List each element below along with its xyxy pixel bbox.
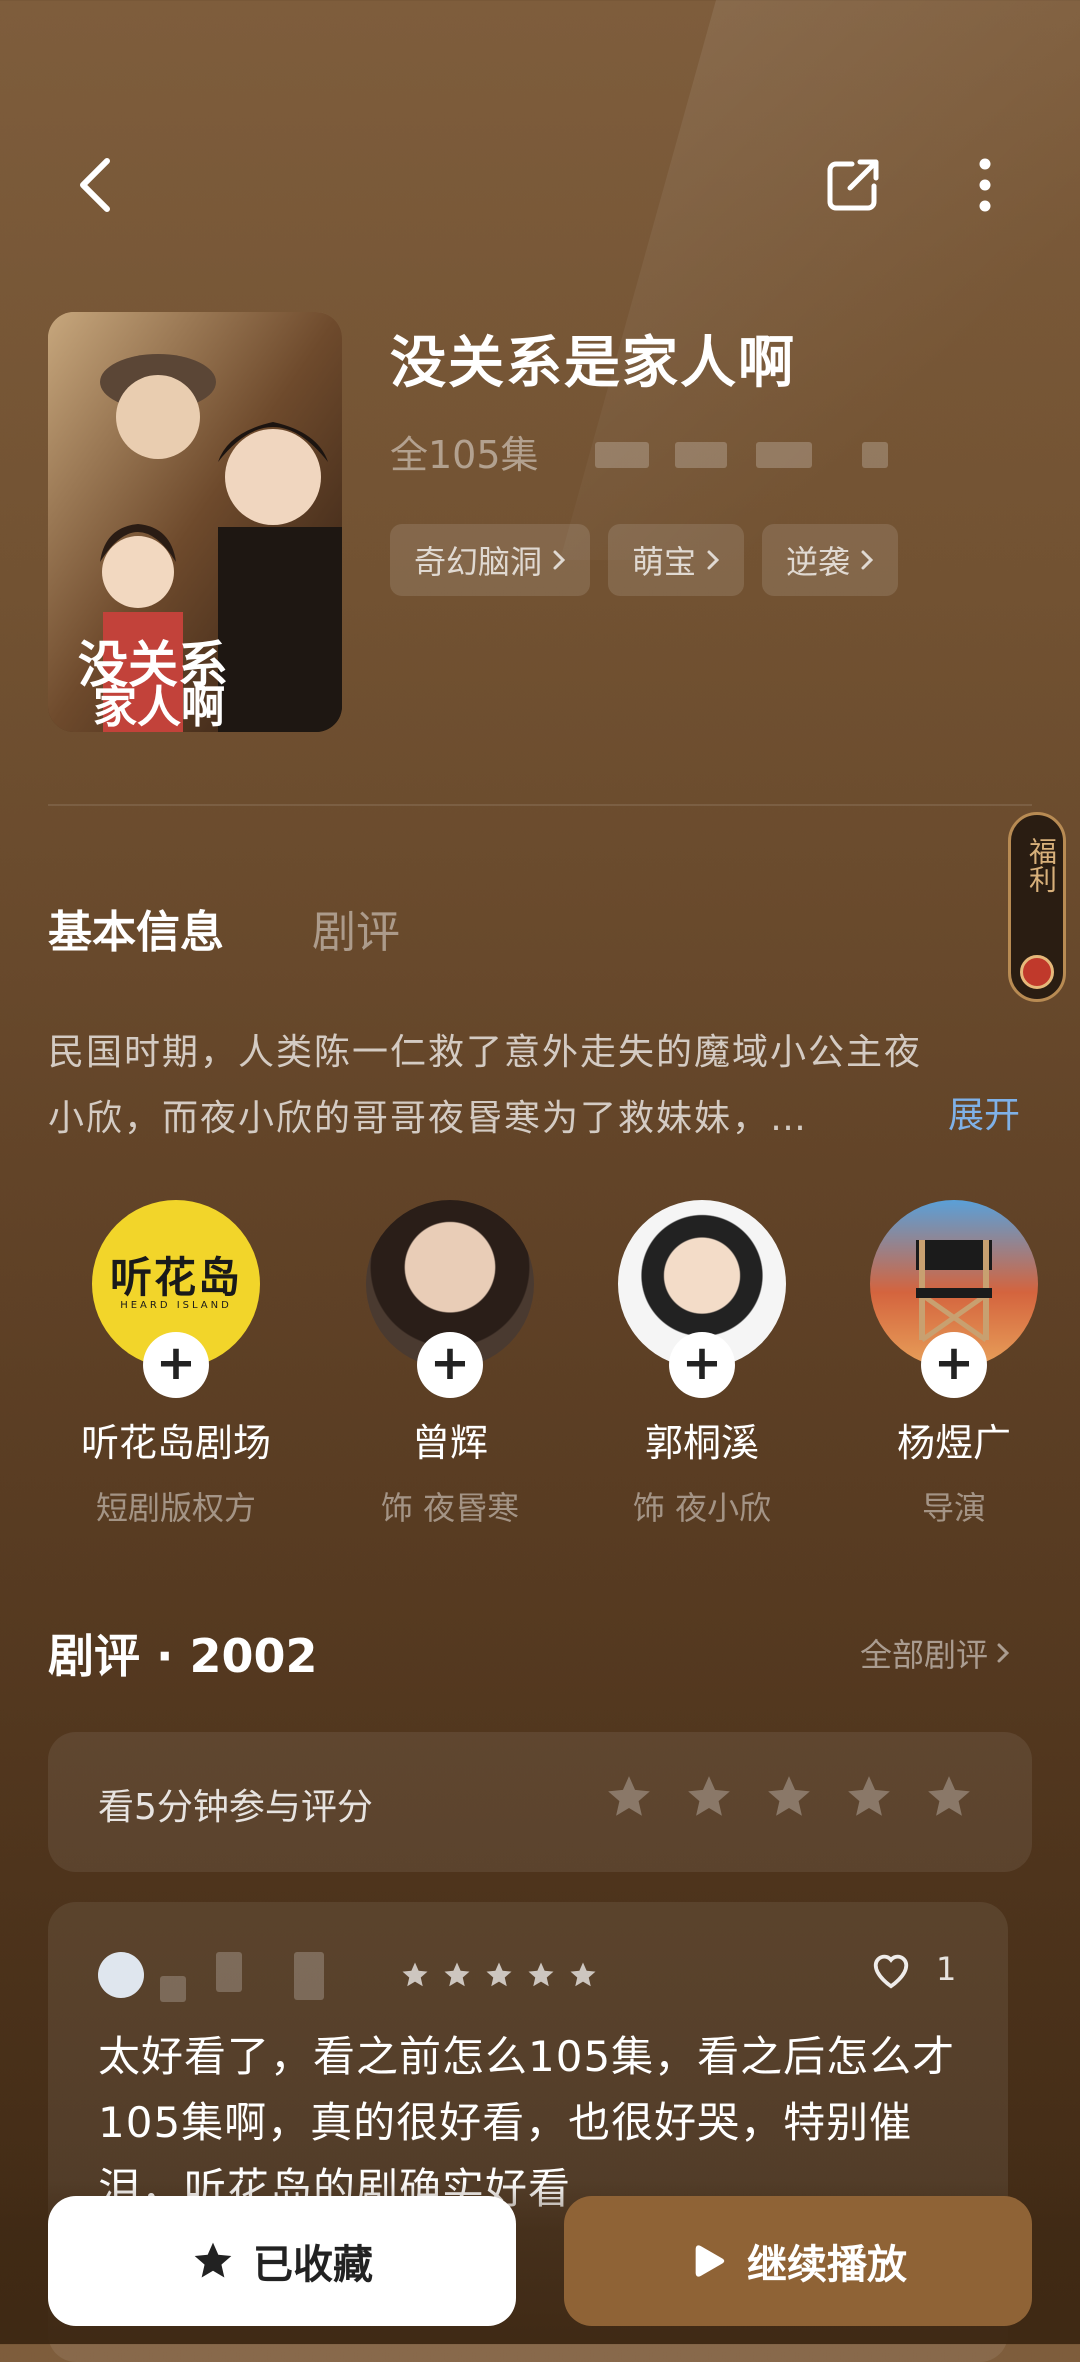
- avatar: 听花岛 HEARD ISLAND +: [92, 1200, 260, 1398]
- red-envelope-icon: [1020, 955, 1054, 989]
- poster-image: 没关系 家人啊: [48, 312, 342, 732]
- avatar: +: [870, 1200, 1038, 1398]
- cast-role: 短剧版权方: [95, 1489, 256, 1527]
- follow-button[interactable]: +: [417, 1332, 483, 1398]
- cast-name: 听花岛剧场: [80, 1421, 271, 1465]
- tag-chip[interactable]: 逆袭: [762, 524, 899, 596]
- rate-prompt: 看5分钟参与评分: [98, 1787, 373, 1828]
- chevron-right-icon: [553, 550, 566, 570]
- tag-label: 逆袭: [786, 543, 851, 581]
- synopsis-text: 民国时期，人类陈一仁救了意外走失的魔域小公主夜小欣，而夜小欣的哥哥夜昬寒为了救妹…: [48, 1032, 923, 1139]
- tag-label: 奇幻脑洞: [414, 543, 543, 581]
- all-reviews-link[interactable]: 全部剧评: [860, 1630, 1010, 1676]
- play-icon: [695, 2245, 725, 2277]
- cast-name: 曾辉: [411, 1421, 488, 1465]
- studio-logo: 听花岛: [109, 1253, 242, 1302]
- cast-item[interactable]: + 杨煜广 导演: [844, 1200, 1064, 1529]
- star-icon[interactable]: [844, 1772, 894, 1822]
- heart-icon: [873, 1954, 909, 1989]
- tag-label: 萌宝: [632, 543, 697, 581]
- studio-logo-sub: HEARD ISLAND: [120, 1300, 232, 1311]
- cast-name: 杨煜广: [896, 1421, 1011, 1465]
- cast-item[interactable]: 听花岛 HEARD ISLAND + 听花岛剧场 短剧版权方: [66, 1200, 286, 1529]
- star-icon: [486, 1962, 512, 1987]
- follow-button[interactable]: +: [669, 1332, 735, 1398]
- all-reviews-label: 全部剧评: [860, 1636, 989, 1674]
- continue-play-button[interactable]: 继续播放: [564, 2196, 1032, 2326]
- follow-button[interactable]: +: [143, 1332, 209, 1398]
- continue-label: 继续播放: [747, 2242, 907, 2288]
- welfare-label: 福利: [1025, 837, 1058, 893]
- cast-role: 饰 夜小欣: [632, 1489, 772, 1527]
- cast-item[interactable]: + 郭桐溪 饰 夜小欣: [592, 1200, 812, 1529]
- episode-count: 全105集: [390, 433, 539, 477]
- favorite-button[interactable]: 已收藏: [48, 2196, 516, 2326]
- follow-button[interactable]: +: [921, 1332, 987, 1398]
- favorite-label: 已收藏: [253, 2242, 373, 2288]
- cast-role: 导演: [921, 1489, 986, 1527]
- tab-basic-info[interactable]: 基本信息: [48, 896, 224, 960]
- cast-item[interactable]: + 曾辉 饰 夜昬寒: [340, 1200, 560, 1529]
- back-button[interactable]: [60, 150, 130, 220]
- avatar: +: [618, 1200, 786, 1398]
- expand-link[interactable]: 展开: [948, 1086, 1020, 1138]
- review-rating: [400, 1960, 598, 1990]
- star-icon[interactable]: [684, 1772, 734, 1822]
- chevron-right-icon: [997, 1643, 1010, 1663]
- tab-reviews[interactable]: 剧评: [312, 896, 400, 960]
- tag-chip[interactable]: 萌宝: [608, 524, 745, 596]
- star-icon[interactable]: [604, 1772, 654, 1822]
- cast-role: 饰 夜昬寒: [380, 1489, 520, 1527]
- star-icon: [570, 1962, 596, 1987]
- chevron-right-icon: [861, 550, 874, 570]
- star-icon: [528, 1962, 554, 1987]
- tag-chip[interactable]: 奇幻脑洞: [390, 524, 591, 596]
- more-vertical-icon: [979, 158, 991, 212]
- like-button[interactable]: 1: [868, 1948, 956, 1990]
- share-button[interactable]: [818, 150, 888, 220]
- reviews-heading: 剧评 · 2002: [48, 1629, 318, 1683]
- reviewer-avatar[interactable]: [98, 1952, 144, 1998]
- svg-text:家人啊: 家人啊: [93, 682, 225, 732]
- drama-poster[interactable]: 没关系 家人啊: [48, 312, 342, 732]
- tag-list: 奇幻脑洞 萌宝 逆袭: [390, 524, 899, 596]
- rating-card: 看5分钟参与评分: [48, 1732, 1032, 1872]
- star-icon: [402, 1962, 428, 1987]
- chevron-right-icon: [707, 550, 720, 570]
- star-icon: [444, 1962, 470, 1987]
- star-icon[interactable]: [764, 1772, 814, 1822]
- cast-name: 郭桐溪: [644, 1421, 759, 1465]
- avatar: +: [366, 1200, 534, 1398]
- more-button[interactable]: [960, 150, 1010, 220]
- share-icon: [827, 159, 879, 211]
- drama-title: 没关系是家人啊: [390, 331, 796, 396]
- welfare-float-button[interactable]: 福利: [1008, 812, 1066, 1002]
- divider: [48, 804, 1032, 806]
- rating-stars[interactable]: [604, 1772, 974, 1822]
- star-icon[interactable]: [924, 1772, 974, 1822]
- chevron-left-icon: [80, 158, 110, 212]
- like-count: 1: [936, 1950, 957, 1988]
- star-filled-icon: [194, 2242, 232, 2278]
